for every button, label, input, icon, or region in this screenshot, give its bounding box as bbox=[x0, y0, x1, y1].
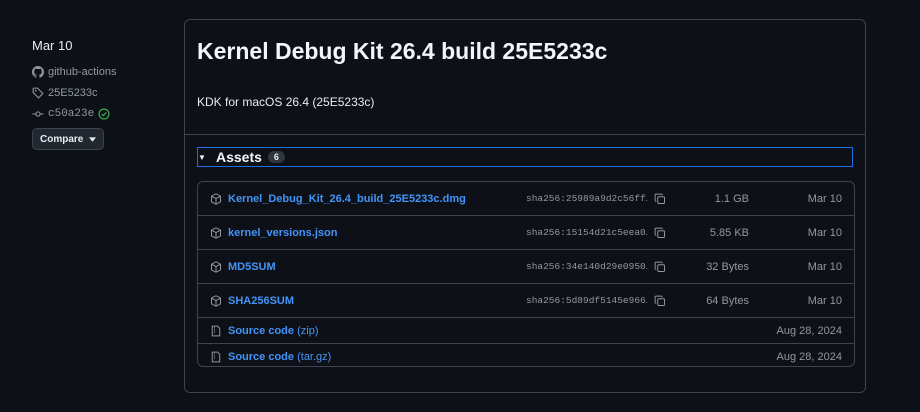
source-row: Source code (zip) Aug 28, 2024 bbox=[198, 318, 854, 344]
source-format: (tar.gz) bbox=[297, 350, 332, 363]
triangle-down-icon: ▼ bbox=[198, 152, 206, 162]
asset-date: Mar 10 bbox=[807, 294, 842, 307]
file-zip-icon bbox=[211, 351, 221, 362]
source-label: Source code bbox=[228, 324, 295, 337]
check-circle-icon bbox=[98, 107, 110, 120]
asset-name[interactable]: MD5SUM bbox=[228, 261, 276, 273]
divider bbox=[185, 134, 865, 135]
copy-icon[interactable] bbox=[654, 193, 666, 205]
source-link[interactable]: Source code (zip) bbox=[228, 325, 318, 337]
release-date: Mar 10 bbox=[32, 38, 73, 53]
asset-sha: sha256:5d89df5145e966… bbox=[526, 295, 648, 306]
asset-row: kernel_versions.json sha256:15154d21c5ee… bbox=[198, 216, 854, 250]
github-mark-icon bbox=[32, 65, 44, 78]
package-icon bbox=[211, 226, 221, 239]
compare-button[interactable]: Compare bbox=[32, 128, 105, 150]
tag-icon bbox=[32, 87, 44, 99]
source-label: Source code bbox=[228, 350, 295, 363]
release-title[interactable]: Kernel Debug Kit 26.4 build 25E5233c bbox=[197, 38, 607, 65]
asset-name[interactable]: kernel_versions.json bbox=[228, 227, 337, 239]
asset-sha: sha256:15154d21c5eea0… bbox=[526, 227, 648, 238]
assets-count-badge: 6 bbox=[267, 151, 285, 163]
asset-row: Kernel_Debug_Kit_26.4_build_25E5233c.dmg… bbox=[198, 182, 854, 216]
commit-row[interactable]: c50a23e bbox=[32, 103, 172, 124]
asset-date: Mar 10 bbox=[807, 260, 842, 273]
asset-date: Mar 10 bbox=[807, 226, 842, 239]
source-date: Aug 28, 2024 bbox=[776, 324, 842, 337]
commit-icon bbox=[32, 110, 44, 117]
asset-date: Mar 10 bbox=[807, 192, 842, 205]
author-row[interactable]: github-actions bbox=[32, 61, 172, 82]
copy-icon[interactable] bbox=[654, 261, 666, 273]
commit-sha: c50a23e bbox=[48, 107, 95, 120]
copy-icon[interactable] bbox=[654, 295, 666, 307]
release-description: KDK for macOS 26.4 (25E5233c) bbox=[197, 95, 375, 109]
compare-label: Compare bbox=[40, 133, 84, 145]
file-zip-icon bbox=[211, 325, 221, 336]
asset-name[interactable]: Kernel_Debug_Kit_26.4_build_25E5233c.dmg bbox=[228, 193, 466, 205]
asset-row: MD5SUM sha256:34e140d29e0950… 32 Bytes M… bbox=[198, 250, 854, 284]
asset-size: 32 Bytes bbox=[706, 260, 749, 273]
tag-name: 25E5233c bbox=[48, 86, 98, 99]
package-icon bbox=[211, 294, 221, 307]
copy-icon[interactable] bbox=[654, 227, 666, 239]
asset-size: 1.1 GB bbox=[714, 192, 749, 205]
source-link[interactable]: Source code (tar.gz) bbox=[228, 351, 331, 363]
asset-size: 64 Bytes bbox=[706, 294, 749, 307]
package-icon bbox=[211, 260, 221, 273]
asset-sha: sha256:34e140d29e0950… bbox=[526, 261, 648, 272]
release-card: Kernel Debug Kit 26.4 build 25E5233c KDK… bbox=[184, 19, 866, 393]
assets-toggle[interactable]: ▼ Assets 6 bbox=[197, 147, 853, 167]
author-name: github-actions bbox=[48, 65, 117, 78]
source-row: Source code (tar.gz) Aug 28, 2024 bbox=[198, 344, 854, 366]
package-icon bbox=[211, 192, 221, 205]
source-format: (zip) bbox=[297, 324, 319, 337]
tag-row[interactable]: 25E5233c bbox=[32, 82, 172, 103]
asset-row: SHA256SUM sha256:5d89df5145e966… 64 Byte… bbox=[198, 284, 854, 318]
release-sidebar: Mar 10 github-actions 25E5233c c50a23e C… bbox=[32, 38, 172, 150]
asset-name[interactable]: SHA256SUM bbox=[228, 295, 294, 307]
asset-sha: sha256:25989a9d2c56ff… bbox=[526, 193, 648, 204]
caret-down-icon bbox=[89, 136, 97, 142]
assets-heading: Assets bbox=[216, 149, 262, 165]
asset-size: 5.85 KB bbox=[709, 226, 749, 239]
assets-list: Kernel_Debug_Kit_26.4_build_25E5233c.dmg… bbox=[197, 181, 855, 367]
source-date: Aug 28, 2024 bbox=[776, 350, 842, 363]
